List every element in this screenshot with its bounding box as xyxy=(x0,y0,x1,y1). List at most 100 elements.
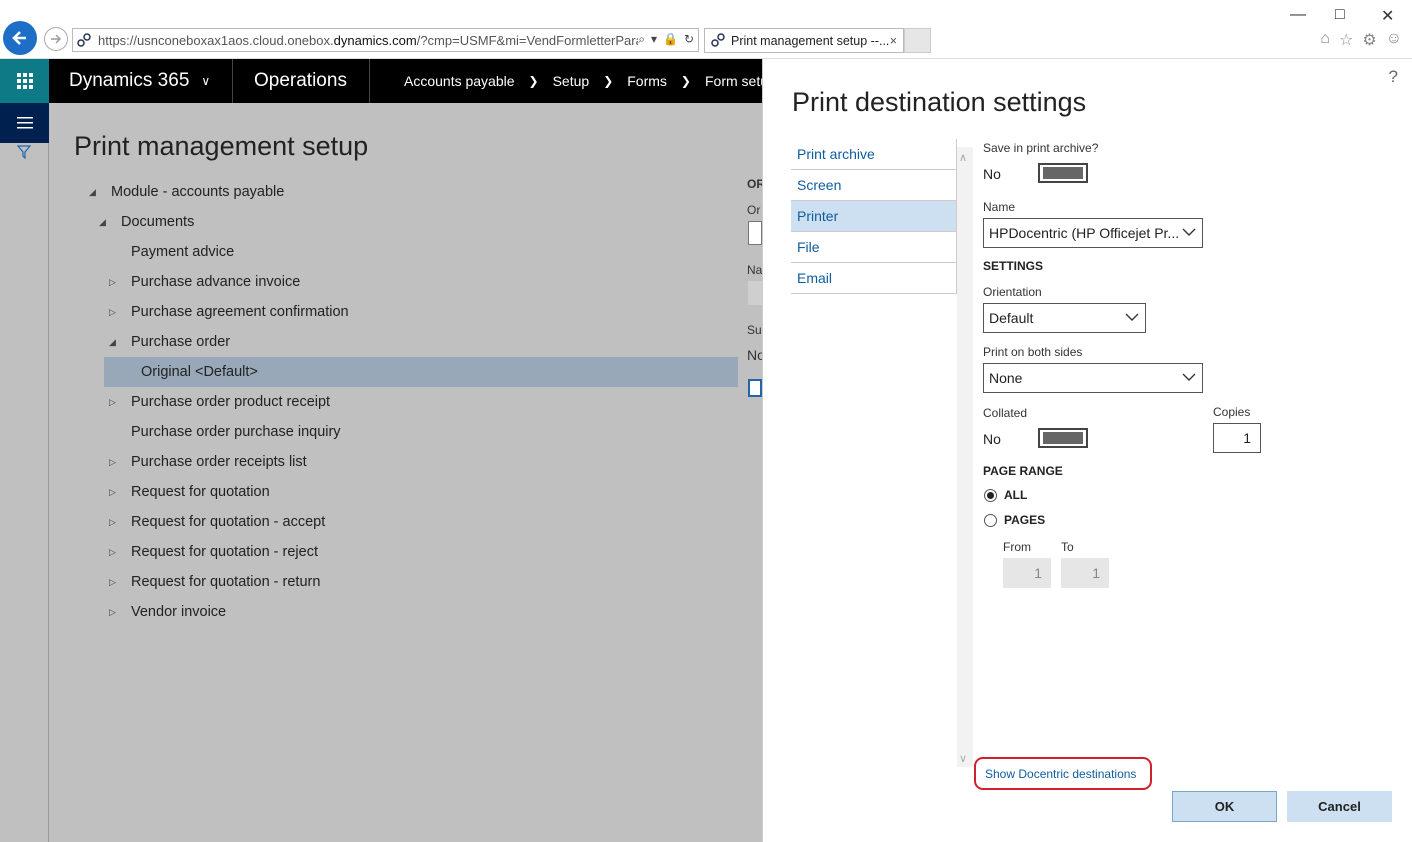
copies-input[interactable]: 1 xyxy=(1213,423,1261,453)
tree-node-label: Purchase order product receipt xyxy=(131,394,331,410)
nav-item-screen[interactable]: Screen xyxy=(791,170,956,201)
page-title: Print management setup xyxy=(74,131,369,161)
site-icon xyxy=(77,32,91,47)
tree-node[interactable]: ◢ Documents xyxy=(99,207,194,237)
tree-node[interactable]: ◢ Module - accounts payable xyxy=(89,177,285,207)
destination-nav: Print archive Screen Printer File Email xyxy=(791,139,957,294)
breadcrumb-item[interactable]: Forms xyxy=(627,73,667,89)
label-fragment: Or xyxy=(747,203,761,217)
expand-arrow-icon[interactable]: ▷ xyxy=(109,487,116,498)
tree-node[interactable]: ▷ Request for quotation - reject xyxy=(109,537,318,567)
collapse-arrow-icon[interactable]: ◢ xyxy=(109,337,116,348)
tree-node[interactable]: ▷ Purchase advance invoice xyxy=(109,267,300,297)
tree-node[interactable]: ▷ Purchase order product receipt xyxy=(109,387,331,417)
tree-node[interactable]: ▷ Purchase agreement confirmation xyxy=(109,297,349,327)
favorites-icon[interactable]: ☆ xyxy=(1339,30,1353,50)
nav-item-file[interactable]: File xyxy=(791,232,956,263)
show-docentric-destinations-link[interactable]: Show Docentric destinations xyxy=(974,757,1152,790)
tree-node-label: Purchase order purchase inquiry xyxy=(131,424,341,440)
tree-node[interactable]: ◢ Purchase order xyxy=(109,327,231,357)
filter-icon[interactable] xyxy=(16,145,32,162)
nav-item-print-archive[interactable]: Print archive xyxy=(791,139,956,170)
both-sides-select[interactable]: None xyxy=(983,363,1203,393)
gear-icon[interactable]: ⚙ xyxy=(1362,30,1376,50)
brand-label: Dynamics 365 xyxy=(69,70,190,91)
nav-item-email[interactable]: Email xyxy=(791,263,956,294)
collapse-arrow-icon[interactable]: ◢ xyxy=(99,217,106,228)
tree-node-label: Purchase order xyxy=(131,334,231,350)
home-icon[interactable]: ⌂ xyxy=(1320,30,1330,50)
help-icon[interactable]: ? xyxy=(1389,67,1398,87)
save-archive-toggle[interactable] xyxy=(1038,163,1088,183)
app-launcher-icon[interactable] xyxy=(0,59,49,103)
new-tab-button[interactable] xyxy=(904,28,931,53)
orientation-select[interactable]: Default xyxy=(983,303,1146,333)
scrollbar[interactable]: ∧ ∨ xyxy=(957,147,973,767)
tree-node-label: Request for quotation - reject xyxy=(131,544,318,560)
scroll-down-icon[interactable]: ∨ xyxy=(959,752,967,765)
left-rail xyxy=(0,103,49,842)
collated-toggle[interactable] xyxy=(1038,428,1088,448)
hamburger-menu-icon[interactable] xyxy=(0,103,49,143)
lock-icon[interactable]: 🔒 xyxy=(663,32,678,47)
tree-node[interactable]: Payment advice xyxy=(131,237,234,267)
expand-arrow-icon[interactable]: ▷ xyxy=(109,517,116,528)
field-fragment xyxy=(748,281,762,305)
ok-button[interactable]: OK xyxy=(1172,791,1277,822)
back-icon[interactable] xyxy=(3,21,37,55)
cancel-button[interactable]: Cancel xyxy=(1287,791,1392,822)
orientation-value: Default xyxy=(989,310,1034,326)
expand-arrow-icon[interactable]: ▷ xyxy=(109,397,116,408)
minimize-icon[interactable]: — xyxy=(1290,6,1306,24)
field-fragment[interactable] xyxy=(748,221,762,245)
tree-node-label: Vendor invoice xyxy=(131,604,227,620)
nav-item-printer[interactable]: Printer xyxy=(791,201,956,232)
search-icon[interactable]: ⌕ xyxy=(638,32,645,47)
chevron-right-icon: ❯ xyxy=(603,74,614,88)
breadcrumb-item[interactable]: Accounts payable xyxy=(404,73,515,89)
expand-arrow-icon[interactable]: ▷ xyxy=(109,607,116,618)
tree-node[interactable]: Original <Default> xyxy=(104,357,738,387)
refresh-icon[interactable]: ↻ xyxy=(684,32,694,47)
close-window-icon[interactable]: ✕ xyxy=(1381,6,1394,26)
chevron-right-icon: ❯ xyxy=(680,74,691,88)
tree-node[interactable]: ▷ Vendor invoice xyxy=(109,597,227,627)
breadcrumb-item[interactable]: Setup xyxy=(553,73,590,89)
chevron-down-icon[interactable]: ▾ xyxy=(651,32,657,47)
radio-all-label: ALL xyxy=(1004,488,1028,502)
tree-node[interactable]: ▷ Purchase order receipts list xyxy=(109,447,307,477)
tree-node[interactable]: ▷ Request for quotation xyxy=(109,477,270,507)
close-tab-icon[interactable]: × xyxy=(890,34,897,48)
address-bar[interactable]: https://usnconeboxax1aos.cloud.onebox.dy… xyxy=(72,28,699,52)
browser-chrome: https://usnconeboxax1aos.cloud.onebox.dy… xyxy=(0,0,1412,59)
collapse-arrow-icon[interactable]: ◢ xyxy=(89,187,96,198)
collated-value: No xyxy=(983,431,1001,447)
expand-arrow-icon[interactable]: ▷ xyxy=(109,277,116,288)
brand-menu[interactable]: Dynamics 365 ∨ xyxy=(49,59,233,103)
expand-arrow-icon[interactable]: ▷ xyxy=(109,577,116,588)
radio-all[interactable]: ALL xyxy=(984,488,1027,502)
tree-node-label: Module - accounts payable xyxy=(111,184,285,200)
expand-arrow-icon[interactable]: ▷ xyxy=(109,307,116,318)
printer-name-select[interactable]: HPDocentric (HP Officejet Pr... xyxy=(983,218,1203,248)
radio-unselected-icon xyxy=(984,513,997,527)
tree-node-label: Payment advice xyxy=(131,244,235,260)
both-sides-value: None xyxy=(989,370,1023,386)
tree-node[interactable]: Purchase order purchase inquiry xyxy=(131,417,341,447)
checkbox-fragment[interactable] xyxy=(748,379,762,397)
tree-node[interactable]: ▷ Request for quotation - return xyxy=(109,567,320,597)
maximize-icon[interactable]: □ xyxy=(1335,6,1345,24)
module-name[interactable]: Operations xyxy=(234,59,370,103)
expand-arrow-icon[interactable]: ▷ xyxy=(109,547,116,558)
forward-icon[interactable] xyxy=(44,27,68,51)
radio-pages[interactable]: PAGES xyxy=(984,513,1045,527)
browser-tab[interactable]: Print management setup --... × xyxy=(704,28,904,53)
dialog-title: Print destination settings xyxy=(792,87,1087,117)
tree-node[interactable]: ▷ Request for quotation - accept xyxy=(109,507,326,537)
expand-arrow-icon[interactable]: ▷ xyxy=(109,457,116,468)
scroll-up-icon[interactable]: ∧ xyxy=(959,151,967,164)
smiley-icon[interactable]: ☺ xyxy=(1386,30,1402,50)
tree-node-label: Request for quotation - accept xyxy=(131,514,326,530)
chevron-down-icon xyxy=(1125,313,1139,321)
save-archive-value: No xyxy=(983,166,1001,182)
